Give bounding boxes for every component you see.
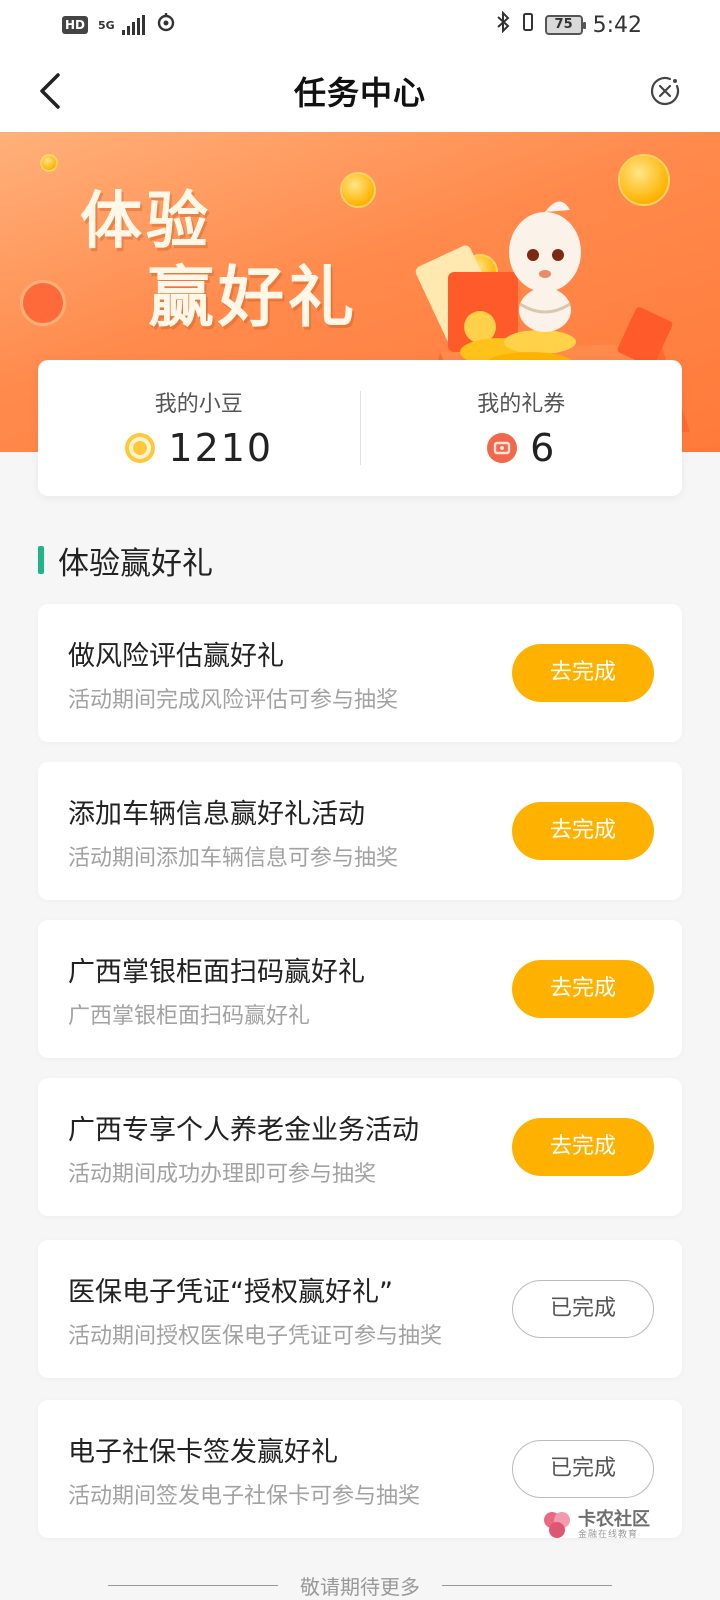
red-envelope-icon — [20, 280, 66, 326]
task-title: 做风险评估赢好礼 — [68, 641, 284, 672]
bluetooth-icon — [495, 10, 511, 39]
footer-divider-left — [108, 1584, 278, 1586]
task-description: 活动期间添加车辆信息可参与抽奖 — [68, 846, 399, 871]
close-button[interactable] — [648, 74, 682, 108]
task-description: 广西掌银柜面扫码赢好礼 — [68, 1004, 311, 1029]
battery-icon: 75 — [544, 15, 586, 35]
status-right: 75 5:42 — [495, 10, 642, 39]
coupons-value: 6 — [530, 426, 557, 470]
coupons-label: 我的礼券 — [477, 392, 566, 417]
go-complete-button[interactable]: 去完成 — [512, 802, 654, 860]
signal-icon — [122, 15, 146, 35]
section-header: 体验赢好礼 — [38, 540, 213, 582]
hotspot-icon — [155, 11, 177, 39]
go-complete-button[interactable]: 去完成 — [512, 1118, 654, 1176]
coin-decoration — [40, 154, 58, 172]
task-card: 广西专享个人养老金业务活动 活动期间成功办理即可参与抽奖 去完成 — [38, 1078, 682, 1216]
watermark: 卡农社区 金融在线教育 — [540, 1508, 650, 1542]
task-title: 医保电子凭证“授权赢好礼” — [68, 1277, 393, 1308]
section-accent-bar — [38, 546, 44, 574]
task-card: 医保电子凭证“授权赢好礼” 活动期间授权医保电子凭证可参与抽奖 已完成 — [38, 1240, 682, 1378]
footer-divider-right — [442, 1584, 612, 1586]
completed-button[interactable]: 已完成 — [512, 1280, 654, 1338]
go-complete-button[interactable]: 去完成 — [512, 960, 654, 1018]
task-description: 活动期间签发电子社保卡可参与抽奖 — [68, 1484, 421, 1509]
section-title: 体验赢好礼 — [58, 545, 213, 582]
nav-bar: 任务中心 — [0, 50, 720, 132]
task-card: 做风险评估赢好礼 活动期间完成风险评估可参与抽奖 去完成 — [38, 604, 682, 742]
task-title: 添加车辆信息赢好礼活动 — [68, 799, 365, 830]
task-description: 活动期间授权医保电子凭证可参与抽奖 — [68, 1324, 443, 1349]
my-beans[interactable]: 我的小豆 1210 — [38, 386, 360, 470]
beans-label: 我的小豆 — [154, 392, 243, 417]
task-title: 广西掌银柜面扫码赢好礼 — [68, 957, 365, 988]
task-description: 活动期间完成风险评估可参与抽奖 — [68, 688, 399, 713]
completed-button[interactable]: 已完成 — [512, 1440, 654, 1498]
task-card: 广西掌银柜面扫码赢好礼 广西掌银柜面扫码赢好礼 去完成 — [38, 920, 682, 1058]
stats-card: 我的小豆 1210 我的礼券 6 — [38, 360, 682, 496]
back-button[interactable] — [26, 68, 72, 114]
page-title: 任务中心 — [293, 74, 426, 112]
close-circle-icon — [650, 76, 680, 106]
watermark-text: 卡农社区 金融在线教育 — [578, 1508, 650, 1540]
kanong-logo-icon — [544, 1512, 570, 1538]
status-bar: HD 5G 75 5:42 — [0, 0, 720, 50]
banner-title-line2: 赢好礼 — [148, 259, 358, 336]
task-description: 活动期间成功办理即可参与抽奖 — [68, 1162, 377, 1187]
task-title: 广西专享个人养老金业务活动 — [68, 1115, 419, 1146]
bean-coin-icon — [125, 433, 156, 463]
task-title: 电子社保卡签发赢好礼 — [68, 1437, 338, 1468]
watermark-subtitle: 金融在线教育 — [578, 1529, 639, 1540]
hd-icon: HD — [62, 16, 89, 34]
beans-value-row: 1210 — [124, 426, 273, 470]
coupons-value-row: 6 — [486, 426, 556, 470]
watermark-title: 卡农社区 — [578, 1508, 650, 1530]
my-coupons[interactable]: 我的礼券 6 — [361, 386, 683, 470]
beans-value: 1210 — [168, 426, 274, 470]
coin-decoration — [340, 172, 376, 208]
vibrate-icon — [521, 11, 535, 39]
task-card: 添加车辆信息赢好礼活动 活动期间添加车辆信息可参与抽奖 去完成 — [38, 762, 682, 900]
network-type-label: 5G — [98, 18, 115, 32]
footer: 敬请期待更多 — [0, 1570, 720, 1600]
clock: 5:42 — [592, 12, 642, 38]
go-complete-button[interactable]: 去完成 — [512, 644, 654, 702]
status-left: HD 5G — [62, 11, 177, 39]
footer-text: 敬请期待更多 — [300, 1574, 420, 1599]
coupon-icon — [487, 433, 518, 463]
chevron-left-icon — [40, 73, 60, 109]
